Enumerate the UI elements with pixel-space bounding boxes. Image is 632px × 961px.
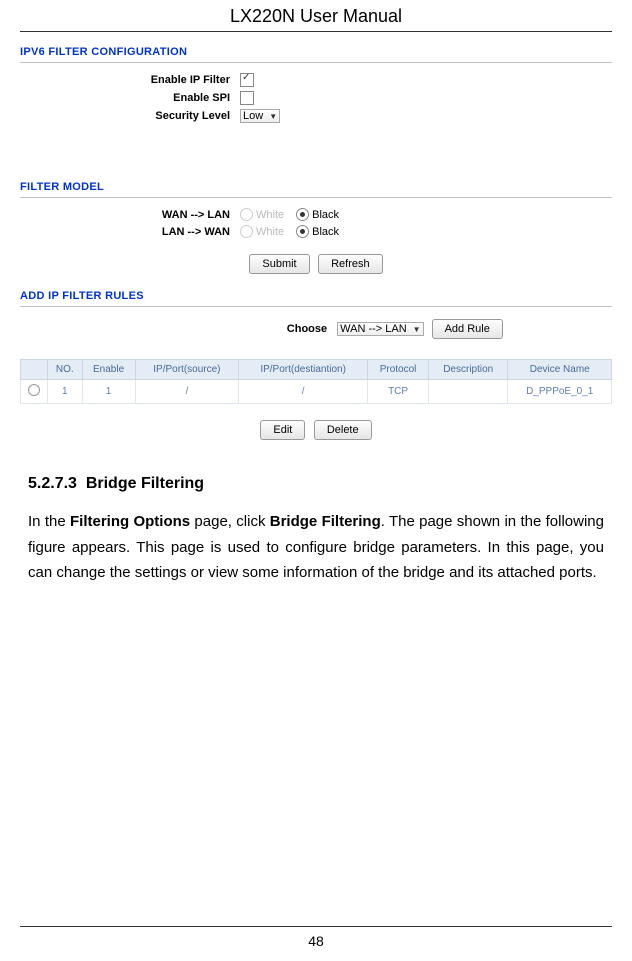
divider — [20, 62, 612, 63]
choose-label: Choose — [127, 323, 337, 335]
enable-spi-row: Enable SPI — [0, 91, 632, 105]
bold-text: Bridge Filtering — [270, 513, 381, 530]
th-device-name: Device Name — [508, 360, 612, 380]
enable-ip-filter-row: Enable IP Filter — [0, 73, 632, 87]
choose-row: Choose WAN --> LAN ▼ Add Rule — [0, 319, 632, 339]
bold-text: Filtering Options — [70, 513, 190, 530]
chevron-down-icon: ▼ — [269, 112, 277, 121]
enable-ip-filter-label: Enable IP Filter — [0, 74, 240, 86]
radio-icon — [296, 225, 309, 238]
th-ipport-dest: IP/Port(destiantion) — [239, 360, 368, 380]
enable-ip-filter-checkbox[interactable] — [240, 73, 254, 87]
add-ip-filter-rules-title: ADD IP FILTER RULES — [20, 290, 612, 302]
section-paragraph: In the Filtering Options page, click Bri… — [28, 509, 604, 586]
choose-value: WAN --> LAN — [340, 323, 407, 335]
choose-select[interactable]: WAN --> LAN ▼ — [337, 322, 423, 336]
radio-label: White — [256, 226, 284, 238]
security-level-value: Low — [243, 110, 263, 122]
th-description: Description — [429, 360, 508, 380]
th-enable: Enable — [82, 360, 135, 380]
radio-label: Black — [312, 209, 339, 221]
add-rule-button[interactable]: Add Rule — [432, 319, 503, 339]
td-device-name: D_PPPoE_0_1 — [508, 380, 612, 404]
security-level-select[interactable]: Low ▼ — [240, 109, 280, 123]
security-level-row: Security Level Low ▼ — [0, 109, 632, 123]
lan-wan-row: LAN --> WAN White Black — [0, 225, 632, 238]
td-ipport-source: / — [135, 380, 238, 404]
th-no: NO. — [48, 360, 83, 380]
filter-model-title: FILTER MODEL — [20, 181, 612, 193]
th-select — [21, 360, 48, 380]
table-row: 1 1 / / TCP D_PPPoE_0_1 — [21, 380, 612, 404]
section-number: 5.2.7.3 — [28, 475, 77, 492]
security-level-label: Security Level — [0, 110, 240, 122]
wan-lan-black-radio[interactable]: Black — [296, 208, 339, 221]
table-header-row: NO. Enable IP/Port(source) IP/Port(desti… — [21, 360, 612, 380]
section-title: Bridge Filtering — [86, 475, 204, 492]
ipv6-config-title: IPV6 FILTER CONFIGURATION — [20, 46, 612, 58]
lan-wan-black-radio[interactable]: Black — [296, 225, 339, 238]
delete-button[interactable]: Delete — [314, 420, 372, 440]
radio-icon — [240, 225, 253, 238]
td-description — [429, 380, 508, 404]
divider — [20, 197, 612, 198]
wan-lan-label: WAN --> LAN — [0, 209, 240, 221]
enable-spi-label: Enable SPI — [0, 92, 240, 104]
text: page, click — [190, 513, 270, 530]
radio-icon — [240, 208, 253, 221]
radio-icon — [28, 384, 40, 396]
rules-table: NO. Enable IP/Port(source) IP/Port(desti… — [20, 359, 612, 404]
td-no: 1 — [48, 380, 83, 404]
td-ipport-dest: / — [239, 380, 368, 404]
td-enable: 1 — [82, 380, 135, 404]
edit-button[interactable]: Edit — [260, 420, 305, 440]
submit-button[interactable]: Submit — [249, 254, 309, 274]
lan-wan-white-radio[interactable]: White — [240, 225, 284, 238]
td-protocol: TCP — [368, 380, 429, 404]
enable-spi-checkbox[interactable] — [240, 91, 254, 105]
content-section: 5.2.7.3 Bridge Filtering In the Filterin… — [28, 470, 604, 586]
refresh-button[interactable]: Refresh — [318, 254, 383, 274]
radio-label: White — [256, 209, 284, 221]
radio-label: Black — [312, 226, 339, 238]
divider — [20, 306, 612, 307]
submit-refresh-row: Submit Refresh — [0, 254, 632, 274]
section-heading: 5.2.7.3 Bridge Filtering — [28, 470, 604, 497]
wan-lan-row: WAN --> LAN White Black — [0, 208, 632, 221]
th-ipport-source: IP/Port(source) — [135, 360, 238, 380]
page-number: 48 — [20, 926, 612, 949]
td-select[interactable] — [21, 380, 48, 404]
rules-table-container: NO. Enable IP/Port(source) IP/Port(desti… — [20, 359, 612, 404]
text: In the — [28, 513, 70, 530]
wan-lan-white-radio[interactable]: White — [240, 208, 284, 221]
th-protocol: Protocol — [368, 360, 429, 380]
edit-delete-row: Edit Delete — [0, 420, 632, 440]
lan-wan-label: LAN --> WAN — [0, 226, 240, 238]
radio-icon — [296, 208, 309, 221]
page-header: LX220N User Manual — [20, 0, 612, 32]
chevron-down-icon: ▼ — [413, 325, 421, 334]
